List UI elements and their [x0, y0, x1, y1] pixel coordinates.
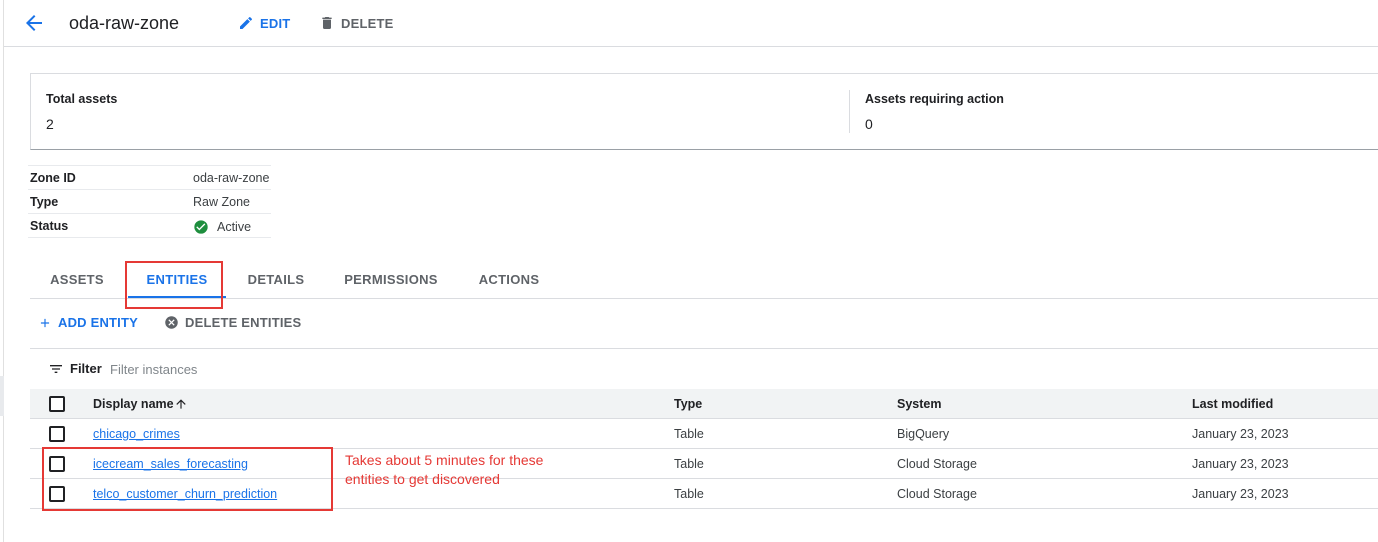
status-value: Active	[193, 219, 251, 235]
edit-label: EDIT	[260, 15, 291, 31]
property-row: Status Active	[28, 214, 271, 238]
tab-bar: ASSETS ENTITIES DETAILS PERMISSIONS ACTI…	[30, 262, 1378, 299]
entity-type: Table	[674, 457, 704, 471]
table-row: chicago_crimes Table BigQuery January 23…	[30, 419, 1378, 449]
page-header: oda-raw-zone EDIT DELETE	[4, 0, 1378, 47]
plus-icon	[40, 318, 50, 327]
column-header-display-name[interactable]: Display name	[93, 397, 174, 411]
filter-bar: Filter	[30, 349, 1378, 389]
column-header-type[interactable]: Type	[674, 397, 702, 411]
tab-actions[interactable]: ACTIONS	[470, 262, 548, 298]
entity-last-modified: January 23, 2023	[1192, 427, 1289, 441]
rail-indicator	[0, 376, 4, 416]
status-text: Active	[217, 220, 252, 234]
summary-card: Total assets 2 Assets requiring action 0	[30, 73, 1378, 150]
entity-system: BigQuery	[897, 427, 950, 441]
delete-button[interactable]: DELETE	[319, 14, 393, 32]
add-entity-button[interactable]: ADD ENTITY	[38, 315, 138, 330]
filter-label: Filter	[70, 361, 102, 376]
type-value: Raw Zone	[193, 195, 250, 209]
tab-assets[interactable]: ASSETS	[38, 262, 116, 298]
edit-button[interactable]: EDIT	[238, 14, 290, 32]
total-assets-value: 2	[46, 116, 54, 132]
delete-entities-label: DELETE ENTITIES	[185, 315, 302, 330]
delete-label: DELETE	[341, 15, 394, 31]
property-row: Zone ID oda-raw-zone	[28, 166, 271, 190]
zone-id-value: oda-raw-zone	[193, 171, 270, 185]
entity-system: Cloud Storage	[897, 457, 977, 471]
tab-details[interactable]: DETAILS	[238, 262, 314, 298]
property-row: Type Raw Zone	[28, 190, 271, 214]
entity-link[interactable]: chicago_crimes	[93, 427, 180, 441]
entity-last-modified: January 23, 2023	[1192, 487, 1289, 501]
entity-system: Cloud Storage	[897, 487, 977, 501]
add-entity-label: ADD ENTITY	[58, 315, 138, 330]
sort-arrow-up-icon[interactable]	[174, 397, 188, 411]
back-arrow-icon[interactable]	[22, 11, 46, 35]
trash-icon	[322, 17, 332, 29]
assets-requiring-action-value: 0	[865, 116, 873, 132]
new-entities-highlight-box	[42, 447, 333, 511]
column-header-last-modified[interactable]: Last modified	[1192, 397, 1273, 411]
entity-last-modified: January 23, 2023	[1192, 457, 1289, 471]
status-key: Status	[30, 219, 69, 233]
check-circle-icon	[194, 220, 208, 234]
entity-type: Table	[674, 427, 704, 441]
cancel-circle-icon	[165, 316, 178, 329]
total-assets-label: Total assets	[46, 92, 118, 106]
assets-requiring-action-label: Assets requiring action	[865, 92, 1004, 106]
zone-properties: Zone ID oda-raw-zone Type Raw Zone Statu…	[28, 165, 271, 238]
tab-permissions[interactable]: PERMISSIONS	[337, 262, 445, 298]
table-header: Display name Type System Last modified	[30, 389, 1378, 419]
page-title: oda-raw-zone	[69, 13, 180, 33]
type-key: Type	[30, 195, 59, 209]
annotation-note: Takes about 5 minutes for these entities…	[345, 452, 544, 487]
filter-icon[interactable]	[48, 361, 64, 377]
pencil-icon	[240, 16, 253, 29]
filter-input[interactable]	[110, 358, 510, 380]
delete-entities-button[interactable]: DELETE ENTITIES	[164, 315, 301, 330]
zone-id-key: Zone ID	[30, 171, 76, 185]
stat-divider	[849, 90, 850, 133]
column-header-system[interactable]: System	[897, 397, 941, 411]
entity-type: Table	[674, 487, 704, 501]
action-bar: ADD ENTITY DELETE ENTITIES	[30, 299, 1378, 349]
select-all-checkbox[interactable]	[49, 396, 65, 412]
left-rail	[0, 0, 4, 542]
row-checkbox[interactable]	[49, 426, 65, 442]
